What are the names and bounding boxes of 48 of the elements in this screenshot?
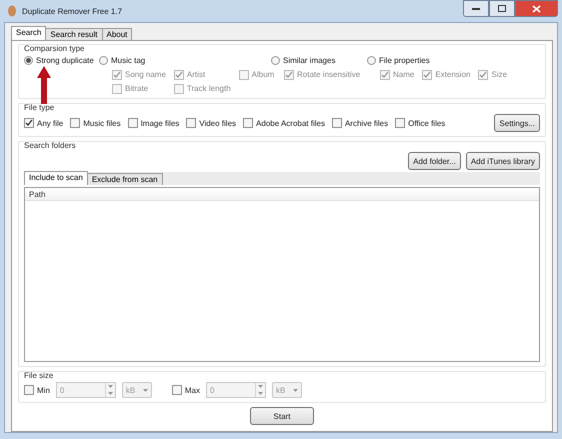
tab[interactable]: About xyxy=(102,28,132,40)
checkbox[interactable]: Music files xyxy=(70,118,121,128)
app-icon xyxy=(7,5,17,17)
checkbox[interactable]: Image files xyxy=(128,118,180,128)
check-icon xyxy=(174,70,183,78)
maximize-button[interactable] xyxy=(489,0,515,17)
checkbox[interactable]: Album xyxy=(238,69,274,80)
checkbox[interactable]: Adobe Acrobat files xyxy=(243,118,325,128)
checkbox[interactable]: Extension xyxy=(422,69,470,80)
check-icon xyxy=(285,70,293,78)
close-icon xyxy=(532,4,541,12)
group-title: Search folders xyxy=(24,141,76,150)
arrow-icon xyxy=(37,66,51,104)
column-header[interactable]: Path xyxy=(25,188,539,201)
radio-option[interactable]: Strong duplicate xyxy=(24,55,99,66)
check-icon xyxy=(381,70,389,78)
radio-option[interactable]: Music tag xyxy=(99,55,271,66)
maximize-icon xyxy=(498,5,506,12)
minimize-button[interactable] xyxy=(463,0,489,17)
tab[interactable]: Exclude from scan xyxy=(86,173,163,185)
checkbox[interactable]: Archive files xyxy=(332,118,388,128)
start-button[interactable]: Start xyxy=(250,407,314,425)
group-title: File type xyxy=(24,103,54,112)
checkbox[interactable]: Track length xyxy=(174,83,231,94)
checkbox[interactable]: Rotate insensitive xyxy=(284,69,360,80)
folder-button[interactable]: Add iTunes library xyxy=(466,152,540,170)
window-title: Duplicate Remover Free 1.7 xyxy=(22,6,124,16)
folder-button[interactable]: Add folder... xyxy=(408,152,461,170)
settings-button[interactable]: Settings... xyxy=(494,114,540,132)
checkbox[interactable]: Any file xyxy=(24,118,64,128)
caret-icon xyxy=(293,388,298,392)
close-button[interactable] xyxy=(515,0,558,17)
check-icon xyxy=(25,119,33,127)
tab[interactable]: Search xyxy=(11,26,46,40)
tab[interactable]: Include to scan xyxy=(24,171,88,185)
checkbox[interactable]: Bitrate xyxy=(112,83,166,94)
checkbox[interactable]: Office files xyxy=(395,118,446,128)
tab[interactable]: Search result xyxy=(45,28,102,40)
checkbox[interactable]: Video files xyxy=(186,118,236,128)
radio-option[interactable]: File properties xyxy=(367,55,540,66)
group-title: File size xyxy=(24,371,54,380)
check-icon xyxy=(479,70,488,78)
caret-icon xyxy=(142,388,148,392)
group-title: Comparsion type xyxy=(24,44,84,53)
check-icon xyxy=(423,70,432,78)
radio-option[interactable]: Similar images xyxy=(271,55,367,66)
check-icon xyxy=(113,70,121,78)
minimize-icon xyxy=(472,7,480,10)
